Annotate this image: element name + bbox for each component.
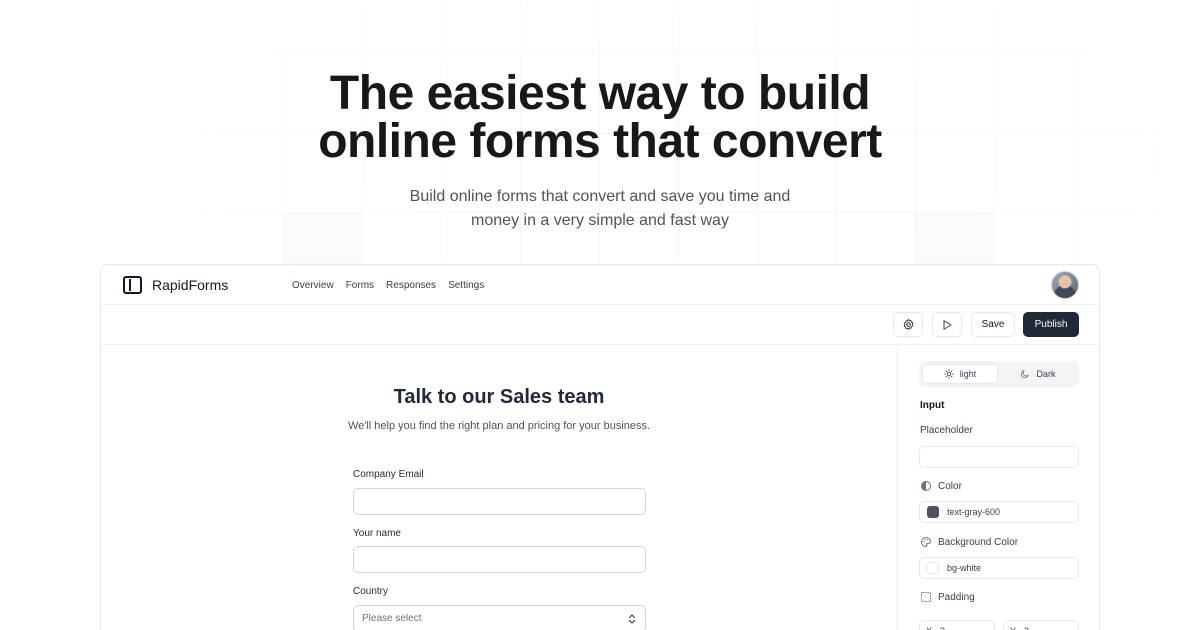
padding-label-text: Padding — [938, 591, 975, 603]
settings-button[interactable] — [893, 312, 923, 337]
style-panel: light Dark Input Placeholder Color text-… — [897, 345, 1099, 630]
hero-title-line: The easiest way to build — [329, 67, 871, 120]
padding-x-axis-label: X — [926, 626, 932, 630]
brand-name: RapidForms — [152, 276, 229, 293]
padding-y-select[interactable]: Y 2 ⌄ — [1003, 620, 1079, 630]
theme-dark-option[interactable]: Dark — [1000, 364, 1076, 384]
background-color-value: bg-white — [947, 563, 982, 573]
hero-subtitle: Build online forms that convert and save… — [0, 185, 1200, 233]
theme-dark-label: Dark — [1036, 369, 1056, 379]
form-canvas: Talk to our Sales team We'll help you fi… — [101, 345, 897, 630]
form-title: Talk to our Sales team — [393, 386, 605, 408]
editor-toolbar: Save Publish — [101, 305, 1099, 345]
placeholder-input[interactable] — [919, 446, 1079, 468]
field-label-company-email: Company Email — [353, 469, 424, 480]
moon-icon — [1021, 370, 1030, 379]
country-select-placeholder: Please select — [362, 613, 422, 624]
hero-title-line: online forms that convert — [318, 115, 882, 168]
preview-button[interactable] — [932, 312, 962, 337]
background-color-select[interactable]: bg-white — [919, 557, 1079, 579]
company-email-field[interactable] — [353, 488, 646, 515]
chevron-down-icon: ⌄ — [981, 627, 988, 630]
color-label: Color — [920, 480, 962, 492]
color-value: text-gray-600 — [947, 507, 1001, 517]
background-color-label-text: Background Color — [938, 536, 1019, 548]
background-swatch — [927, 562, 939, 574]
palette-icon — [921, 536, 932, 548]
placeholder-label-text: Placeholder — [920, 425, 973, 436]
field-label-your-name: Your name — [353, 528, 401, 539]
padding-label: Padding — [920, 591, 975, 603]
avatar[interactable] — [1051, 271, 1079, 299]
sidebar-panel-icon — [123, 275, 142, 294]
your-name-field[interactable] — [353, 546, 646, 573]
nav-item-forms[interactable]: Forms — [346, 280, 374, 291]
gear-icon — [903, 318, 913, 331]
padding-icon — [921, 592, 931, 602]
play-icon — [943, 319, 952, 330]
contrast-icon — [921, 481, 931, 491]
color-label-text: Color — [938, 480, 962, 492]
save-button[interactable]: Save — [971, 312, 1015, 337]
hero-subtitle-line: money in a very simple and fast way — [471, 212, 729, 229]
panel-section-title: Input — [920, 400, 945, 411]
placeholder-label: Placeholder — [920, 425, 973, 436]
color-select[interactable]: text-gray-600 — [919, 501, 1079, 523]
brand-logo[interactable]: RapidForms — [123, 275, 229, 294]
theme-light-label: light — [959, 369, 977, 379]
chevron-up-down-icon — [628, 614, 636, 624]
hero-subtitle-line: Build online forms that convert and save… — [409, 188, 791, 205]
nav-item-responses[interactable]: Responses — [386, 280, 436, 291]
chevron-down-icon: ⌄ — [1065, 627, 1072, 630]
padding-x-value: 3 — [940, 626, 945, 630]
padding-y-value: 2 — [1024, 626, 1029, 630]
publish-button[interactable]: Publish — [1023, 312, 1079, 337]
padding-x-select[interactable]: X 3 ⌄ — [919, 620, 995, 630]
main-nav: Overview Forms Responses Settings — [292, 265, 484, 305]
color-swatch — [927, 506, 939, 518]
nav-item-overview[interactable]: Overview — [292, 280, 334, 291]
country-select[interactable]: Please select — [353, 605, 646, 630]
sun-icon — [943, 369, 954, 379]
app-topbar: RapidForms Overview Forms Responses Sett… — [101, 265, 1099, 305]
theme-toggle: light Dark — [919, 361, 1079, 387]
app-window: RapidForms Overview Forms Responses Sett… — [100, 264, 1100, 630]
hero-title: The easiest way to build online forms th… — [0, 70, 1200, 166]
theme-light-option[interactable]: light — [922, 364, 998, 384]
nav-item-settings[interactable]: Settings — [448, 280, 484, 291]
field-label-country: Country — [353, 586, 389, 597]
form-subtitle: We'll help you find the right plan and p… — [347, 420, 651, 432]
padding-y-axis-label: Y — [1010, 626, 1016, 630]
background-color-label: Background Color — [920, 536, 1018, 548]
